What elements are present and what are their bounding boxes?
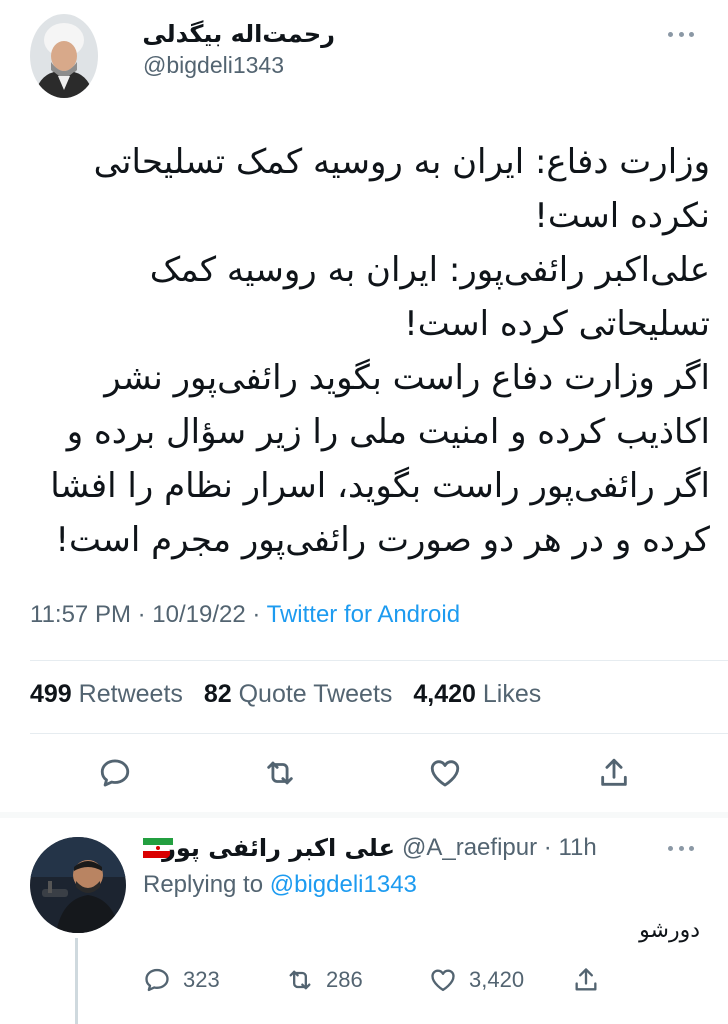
- like-icon: [429, 966, 457, 994]
- reply-count: 323: [183, 967, 220, 992]
- author-name[interactable]: رحمت‌اله بیگدلی: [140, 20, 335, 48]
- retweet-icon: [286, 966, 314, 994]
- likes-label: Likes: [482, 680, 542, 708]
- meta-separator: ·: [252, 601, 261, 628]
- reply-like-button[interactable]: 3,420: [429, 966, 524, 994]
- tweet-line: اگر رائفی‌پور راست بگوید، اسرار نظام را …: [50, 466, 710, 506]
- retweets-label: Retweets: [78, 680, 183, 708]
- reply-author-name[interactable]: علی اکبر رائفی پور: [162, 834, 395, 862]
- reply-handle-text[interactable]: @A_raefipur: [402, 834, 537, 861]
- reply-text: دورشو: [639, 918, 700, 943]
- divider: [30, 660, 728, 661]
- quotes-label: Quote Tweets: [238, 680, 393, 708]
- reply-share-button[interactable]: [572, 966, 600, 994]
- tweet-line: وزارت دفاع: ایران به روسیه کمک تسلیحاتی: [93, 142, 710, 182]
- tweet-line: کرده و در هر دو صورت رائفی‌پور مجرم است!: [55, 520, 710, 560]
- quotes-count: 82: [203, 680, 232, 708]
- more-options-icon[interactable]: [664, 24, 698, 44]
- tweet-line: اگر وزارت دفاع راست بگوید رائفی‌پور نشر: [104, 358, 710, 398]
- author-avatar[interactable]: [30, 14, 98, 98]
- reply-author-handle: @A_raefipur · 11h: [402, 834, 597, 862]
- replying-to-mention[interactable]: @bigdeli1343: [270, 871, 417, 898]
- likes-stat[interactable]: 4,420 Likes: [413, 680, 541, 708]
- like-count: 3,420: [469, 967, 525, 992]
- tweet-text: وزارت دفاع: ایران به روسیه کمک تسلیحاتی …: [30, 135, 710, 567]
- divider: [30, 733, 728, 734]
- tweet-line: نکرده است!: [534, 196, 710, 236]
- tweet-date[interactable]: 10/19/22: [152, 601, 245, 628]
- reply-icon: [143, 966, 171, 994]
- meta-separator: ·: [137, 601, 146, 628]
- reply-author-avatar[interactable]: [30, 837, 126, 933]
- author-handle[interactable]: @bigdeli1343: [143, 52, 284, 79]
- thread-line: [75, 938, 78, 1024]
- like-icon[interactable]: [428, 756, 462, 790]
- share-icon[interactable]: [597, 756, 631, 790]
- tweet-line: تسلیحاتی کرده است!: [404, 304, 710, 344]
- reply-icon[interactable]: [98, 756, 132, 790]
- reply-retweet-button[interactable]: 286: [286, 966, 363, 994]
- replying-to-label: Replying to: [143, 871, 264, 898]
- quote-tweets-stat[interactable]: 82 Quote Tweets: [204, 680, 393, 708]
- reply-separator: ·: [543, 834, 552, 861]
- replying-to: Replying to @bigdeli1343: [143, 871, 417, 899]
- retweet-count: 286: [326, 967, 363, 992]
- section-divider: [0, 812, 728, 818]
- retweet-icon[interactable]: [263, 756, 297, 790]
- retweets-count: 499: [30, 680, 72, 708]
- share-icon: [572, 966, 600, 994]
- reply-more-options-icon[interactable]: [664, 838, 698, 858]
- reply-age[interactable]: 11h: [558, 834, 596, 861]
- tweet-stats: 499 Retweets 82 Quote Tweets 4,420 Likes: [30, 680, 555, 709]
- tweet-line: اکاذیب کرده و امنیت ملی را زیر سؤال برده…: [66, 412, 710, 452]
- tweet-line: علی‌اکبر رائفی‌پور: ایران به روسیه کمک: [149, 250, 710, 290]
- tweet-meta: 11:57 PM · 10/19/22 · Twitter for Androi…: [30, 601, 460, 629]
- reply-reply-button[interactable]: 323: [143, 966, 220, 994]
- tweet-source-link[interactable]: Twitter for Android: [267, 601, 460, 628]
- tweet-time[interactable]: 11:57 PM: [30, 601, 131, 628]
- likes-count: 4,420: [413, 680, 476, 708]
- retweets-stat[interactable]: 499 Retweets: [30, 680, 183, 708]
